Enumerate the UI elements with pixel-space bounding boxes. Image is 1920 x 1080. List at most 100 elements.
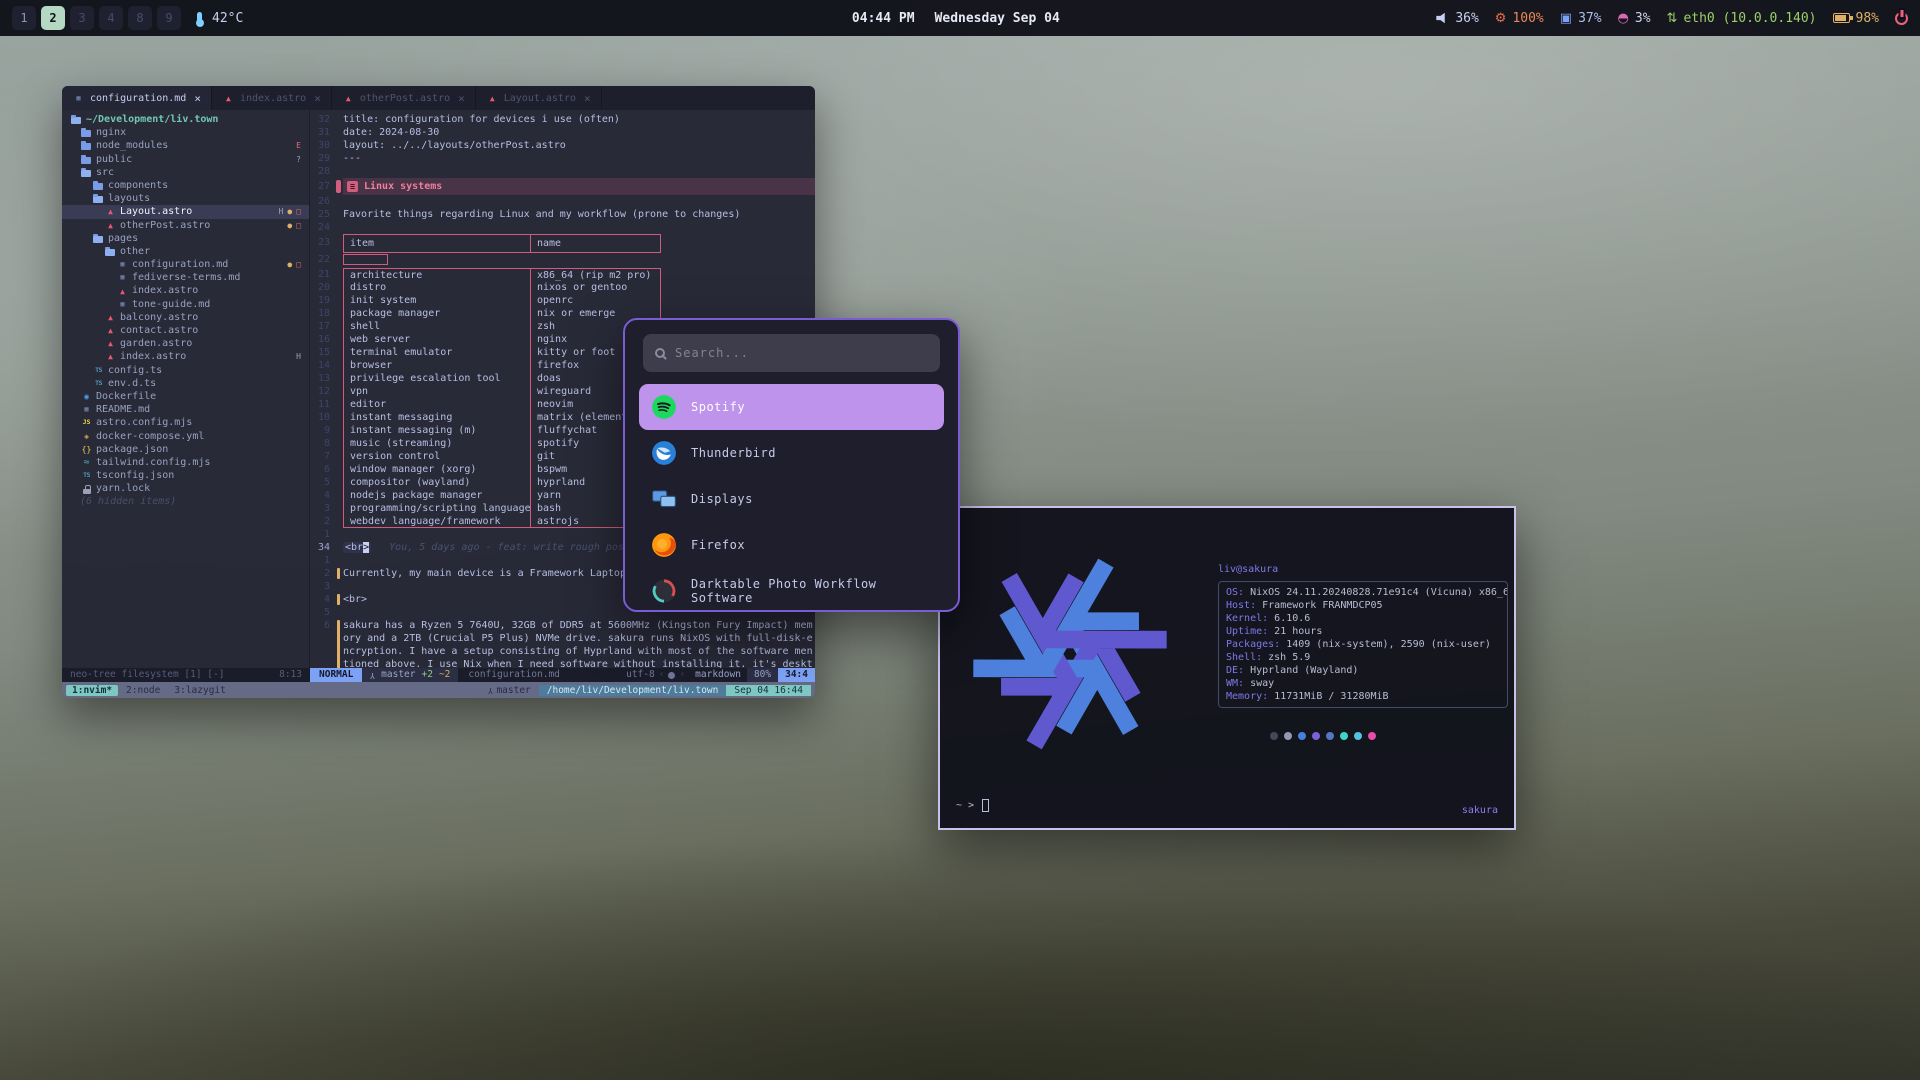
tree-item[interactable]: ▲otherPost.astro●□ bbox=[62, 219, 309, 232]
close-icon[interactable]: × bbox=[584, 92, 591, 105]
power-module[interactable] bbox=[1895, 12, 1908, 25]
tree-item[interactable]: yarn.lock bbox=[62, 482, 309, 495]
sign-column bbox=[336, 619, 343, 668]
tmux-window-2:node[interactable]: 2:node bbox=[120, 685, 166, 696]
buffer-line[interactable]: 23itemname bbox=[310, 234, 815, 253]
workspace-2[interactable]: 2 bbox=[41, 6, 65, 30]
close-icon[interactable]: × bbox=[458, 92, 465, 105]
tree-item[interactable]: JSastro.config.mjs bbox=[62, 416, 309, 429]
table-row: nodejs package manageryarn bbox=[343, 489, 661, 502]
tree-item[interactable]: src bbox=[62, 166, 309, 179]
tab-label: configuration.md bbox=[90, 93, 186, 104]
folder-open-icon bbox=[80, 166, 93, 179]
tree-item[interactable]: ▦README.md bbox=[62, 403, 309, 416]
tree-item[interactable]: ▲index.astro bbox=[62, 284, 309, 297]
workspace-3[interactable]: 3 bbox=[70, 6, 94, 30]
tree-item[interactable]: node_modulesE bbox=[62, 139, 309, 152]
tree-item[interactable]: TSconfig.ts bbox=[62, 364, 309, 377]
tree-item[interactable]: ◉Dockerfile bbox=[62, 390, 309, 403]
json-icon: {} bbox=[80, 443, 93, 456]
sign-column bbox=[336, 398, 343, 411]
tree-item[interactable]: (6 hidden items) bbox=[62, 495, 309, 508]
brightness-module[interactable]: ⚙ 100% bbox=[1495, 11, 1544, 26]
thunderbird-icon bbox=[651, 440, 677, 466]
tree-item[interactable]: ≈tailwind.config.mjs bbox=[62, 456, 309, 469]
tree-item[interactable]: TStsconfig.json bbox=[62, 469, 309, 482]
workspace-1[interactable]: 1 bbox=[12, 6, 36, 30]
network-module[interactable]: ⇅ eth0 (10.0.0.140) bbox=[1667, 11, 1817, 26]
line-number: 3 bbox=[310, 502, 336, 515]
launcher-item-spotify[interactable]: Spotify bbox=[639, 384, 944, 430]
tree-item[interactable]: other bbox=[62, 245, 309, 258]
close-icon[interactable]: × bbox=[314, 92, 321, 105]
tree-item-label: Layout.astro bbox=[120, 205, 192, 218]
line-number: 17 bbox=[310, 320, 336, 333]
search-input[interactable] bbox=[675, 346, 928, 360]
tab-Layout.astro[interactable]: ▲Layout.astro× bbox=[476, 86, 602, 110]
fastfetch-terminal-window[interactable]: liv@sakura OS: NixOS 24.11.20240828.71e9… bbox=[938, 506, 1516, 830]
tree-item[interactable]: ◈docker-compose.yml bbox=[62, 430, 309, 443]
buffer-line[interactable]: 26 bbox=[310, 195, 815, 208]
battery-value: 98% bbox=[1856, 11, 1879, 26]
launcher-search-box[interactable] bbox=[643, 334, 940, 372]
tree-item[interactable]: ▲balcony.astro bbox=[62, 311, 309, 324]
temperature-value: 42°C bbox=[212, 11, 243, 26]
workspace-4[interactable]: 4 bbox=[99, 6, 123, 30]
buffer-line[interactable]: 31date: 2024-08-30 bbox=[310, 126, 815, 139]
buffer-line[interactable]: 30layout: ../../layouts/otherPost.astro bbox=[310, 139, 815, 152]
tree-item[interactable]: TSenv.d.ts bbox=[62, 377, 309, 390]
tree-item[interactable]: components bbox=[62, 179, 309, 192]
cpu-module[interactable]: ▣ 37% bbox=[1560, 11, 1602, 26]
tree-item[interactable]: ▲garden.astro bbox=[62, 337, 309, 350]
tree-item[interactable]: {}package.json bbox=[62, 443, 309, 456]
workspace-9[interactable]: 9 bbox=[157, 6, 181, 30]
clock-module[interactable]: 04:44 PM Wednesday Sep 04 bbox=[852, 11, 1060, 26]
spotify-icon bbox=[651, 394, 677, 420]
tree-item[interactable]: ▦fediverse-terms.md bbox=[62, 271, 309, 284]
file-tree-root-label: ~/Development/liv.town bbox=[86, 113, 218, 126]
workspace-8[interactable]: 8 bbox=[128, 6, 152, 30]
table-cell: editor bbox=[343, 398, 531, 411]
buffer-line[interactable]: 21architecturex86_64 (rip m2 pro) bbox=[310, 268, 815, 281]
displays-icon bbox=[651, 486, 677, 512]
launcher-item-thunderbird[interactable]: Thunderbird bbox=[639, 430, 944, 476]
launcher-item-firefox[interactable]: Firefox bbox=[639, 522, 944, 568]
tree-item[interactable]: ▲index.astroH bbox=[62, 350, 309, 363]
buffer-line[interactable]: 6sakura has a Ryzen 5 7640U, 32GB of DDR… bbox=[310, 619, 815, 668]
tab-configuration.md[interactable]: ▦configuration.md× bbox=[62, 86, 212, 110]
buffer-line[interactable]: 28 bbox=[310, 165, 815, 178]
tree-item[interactable]: public? bbox=[62, 153, 309, 166]
tree-item[interactable]: ▲contact.astro bbox=[62, 324, 309, 337]
close-icon[interactable]: × bbox=[194, 92, 201, 105]
buffer-line[interactable]: 27≡Linux systems bbox=[310, 178, 815, 195]
tab-otherPost.astro[interactable]: ▲otherPost.astro× bbox=[332, 86, 476, 110]
tree-item[interactable]: ▦configuration.md●□ bbox=[62, 258, 309, 271]
temperature-module[interactable]: 42°C bbox=[197, 11, 243, 26]
buffer-line[interactable]: 24 bbox=[310, 221, 815, 234]
tmux-window-1:nvim*[interactable]: 1:nvim* bbox=[66, 685, 118, 696]
tree-item[interactable]: ▲Layout.astroH●□ bbox=[62, 205, 309, 218]
launcher-item-displays[interactable]: Displays bbox=[639, 476, 944, 522]
file-tree-root[interactable]: ~/Development/liv.town bbox=[62, 113, 309, 126]
tree-item[interactable]: pages bbox=[62, 232, 309, 245]
tmux-window-3:lazygit[interactable]: 3:lazygit bbox=[168, 685, 231, 696]
memory-module[interactable]: ◓ 3% bbox=[1618, 11, 1651, 26]
tree-item[interactable]: layouts bbox=[62, 192, 309, 205]
buffer-line[interactable]: 32title: configuration for devices i use… bbox=[310, 113, 815, 126]
shell-prompt[interactable]: ~ > bbox=[956, 799, 989, 812]
sign-column bbox=[336, 424, 343, 437]
git-modified-count: ~2 bbox=[439, 668, 450, 682]
tree-item[interactable]: ▦tone-guide.md bbox=[62, 298, 309, 311]
volume-module[interactable]: 36% bbox=[1436, 11, 1478, 26]
buffer-line[interactable]: 25Favorite things regarding Linux and my… bbox=[310, 208, 815, 221]
buffer-line[interactable]: 22 bbox=[310, 253, 815, 268]
buffer-line[interactable]: 29--- bbox=[310, 152, 815, 165]
tree-item[interactable]: nginx bbox=[62, 126, 309, 139]
launcher-item-darktable[interactable]: Darktable Photo Workflow Software bbox=[639, 568, 944, 612]
git-status-segment: Y master +2 ~2 bbox=[362, 668, 458, 682]
buffer-line[interactable]: 19init systemopenrc bbox=[310, 294, 815, 307]
tab-index.astro[interactable]: ▲index.astro× bbox=[212, 86, 332, 110]
buffer-line[interactable]: 20distronixos or gentoo bbox=[310, 281, 815, 294]
line-number: 1 bbox=[310, 528, 336, 541]
battery-module[interactable]: 98% bbox=[1833, 11, 1879, 26]
